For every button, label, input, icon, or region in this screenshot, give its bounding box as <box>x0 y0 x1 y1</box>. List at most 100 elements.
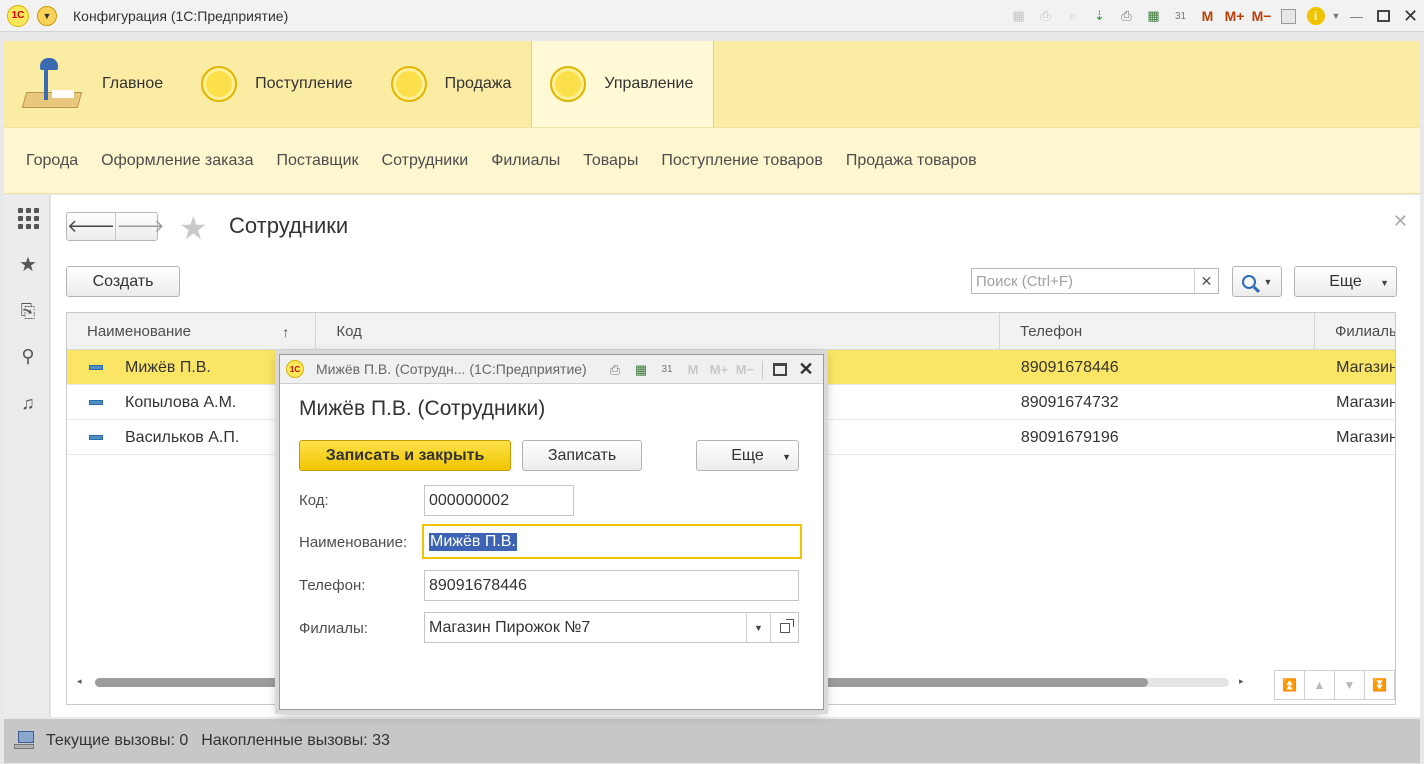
calendar-icon[interactable]: 31 <box>1167 0 1194 32</box>
close-icon[interactable]: ✕ <box>1397 0 1424 32</box>
scroll-left-icon[interactable]: ◂ <box>77 676 82 687</box>
open-item-icon[interactable] <box>770 613 798 642</box>
section-circle-icon <box>201 66 238 102</box>
nav-link-goods[interactable]: Товары <box>583 152 638 170</box>
cell-phone: 89091674732 <box>1020 393 1119 411</box>
divider <box>762 360 763 379</box>
nav-link-supplier[interactable]: Поставщик <box>276 152 358 170</box>
maximize-icon[interactable] <box>767 355 793 384</box>
info-dropdown-icon[interactable]: ▼ <box>1329 0 1343 32</box>
section-sales[interactable]: Продажа <box>373 41 532 127</box>
column-header-name[interactable]: Наименование ↑ <box>67 313 317 350</box>
1c-logo-icon[interactable]: 1С <box>7 4 29 27</box>
nav-link-order[interactable]: Оформление заказа <box>101 152 253 170</box>
computer-icon[interactable] <box>14 731 36 751</box>
download-icon[interactable]: ⇣ <box>1086 0 1113 32</box>
app-title: Конфигурация (1С:Предприятие) <box>73 7 289 24</box>
add-to-favorites-star-icon[interactable]: ★ <box>179 209 208 247</box>
scroll-down-icon[interactable]: ▼ <box>1334 671 1364 699</box>
modal-toolbar: ⎙ ▦ 31 M M+ M− ✕ <box>602 355 819 384</box>
column-header-branch[interactable]: Филиалы <box>1315 313 1395 350</box>
memory-m-icon[interactable]: M <box>1194 0 1221 32</box>
nav-link-goods-sales[interactable]: Продажа товаров <box>846 152 977 170</box>
column-header-phone[interactable]: Телефон <box>1000 313 1315 350</box>
save-and-close-button[interactable]: Записать и закрыть <box>299 440 511 471</box>
calendar-icon[interactable]: 31 <box>654 355 680 384</box>
search-icon[interactable]: ⚲ <box>16 344 40 368</box>
notifications-bell-icon[interactable]: ♫ <box>16 391 40 415</box>
forward-arrow-icon[interactable]: 🡒 <box>115 213 165 240</box>
search-placeholder: Поиск (Ctrl+F) <box>976 272 1073 290</box>
page-title: Сотрудники <box>229 213 349 238</box>
section-management[interactable]: Управление <box>531 41 715 127</box>
memory-minus-icon[interactable]: M− <box>1248 0 1275 32</box>
all-functions-icon[interactable] <box>18 208 39 229</box>
close-icon[interactable]: ✕ <box>793 355 819 384</box>
maximize-icon[interactable] <box>1370 0 1397 32</box>
cell-branch: Магазин <box>1336 393 1395 411</box>
section-receipt[interactable]: Поступление <box>183 41 372 127</box>
print-preview-icon[interactable]: ⎙ <box>1113 0 1140 32</box>
status-bar: Текущие вызовы: 0 Накопленные вызовы: 33 <box>4 719 1420 763</box>
catalog-item-icon <box>89 400 103 405</box>
cell-phone: 89091678446 <box>1020 358 1119 376</box>
nav-link-goods-receipt[interactable]: Поступление товаров <box>661 152 822 170</box>
history-icon[interactable]: ⎘ <box>16 299 40 323</box>
nav-link-employees[interactable]: Сотрудники <box>382 152 469 170</box>
search-options-button[interactable]: ▼ <box>1232 266 1282 297</box>
create-button[interactable]: Создать <box>66 266 180 297</box>
chevron-down-icon: ▼ <box>1380 278 1389 288</box>
memory-plus-icon[interactable]: M+ <box>1221 0 1248 32</box>
memory-plus-icon[interactable]: M+ <box>706 355 732 384</box>
info-icon[interactable]: i <box>1302 0 1329 32</box>
catalog-item-icon <box>89 435 103 440</box>
form-heading: Мижёв П.В. (Сотрудники) <box>299 397 546 420</box>
search-input[interactable]: Поиск (Ctrl+F) ✕ <box>971 268 1219 294</box>
scroll-last-icon[interactable]: ⏬ <box>1364 671 1394 699</box>
scroll-up-icon[interactable]: ▲ <box>1304 671 1334 699</box>
calculator-icon[interactable]: ▦ <box>628 355 654 384</box>
column-label: Филиалы <box>1335 323 1396 340</box>
phone-field[interactable]: 89091678446 <box>424 570 799 601</box>
section-label: Управление <box>604 75 694 92</box>
more-button[interactable]: Еще ▼ <box>1294 266 1397 297</box>
clear-search-icon[interactable]: ✕ <box>1194 269 1218 293</box>
preview-icon[interactable]: ⌕ <box>1059 0 1086 32</box>
chevron-down-icon[interactable]: ▼ <box>746 613 770 642</box>
main-menu-dropdown-icon[interactable]: ▼ <box>37 5 57 26</box>
more-button[interactable]: Еще ▼ <box>696 440 799 471</box>
save-icon[interactable]: ▦ <box>1005 0 1032 32</box>
memory-minus-icon[interactable]: M− <box>732 355 758 384</box>
back-arrow-icon[interactable]: 🡐 <box>67 213 115 240</box>
nav-link-branches[interactable]: Филиалы <box>491 152 560 170</box>
close-form-icon[interactable]: ✕ <box>1393 211 1408 232</box>
scroll-first-icon[interactable]: ⏫ <box>1275 671 1304 699</box>
branch-select[interactable]: Магазин Пирожок №7 ▼ <box>424 612 799 643</box>
print-preview-icon[interactable]: ⎙ <box>602 355 628 384</box>
magnifier-icon <box>1241 274 1256 289</box>
modal-title-bar[interactable]: 1С Мижёв П.В. (Сотрудн... (1С:Предприяти… <box>280 355 823 384</box>
cell-phone: 89091679196 <box>1020 428 1119 446</box>
print-icon[interactable]: ⎙ <box>1032 0 1059 32</box>
sections-panel: Главное Поступление Продажа Управление <box>4 41 1420 127</box>
branch-label: Филиалы: <box>299 620 368 637</box>
favorites-star-icon[interactable]: ★ <box>16 253 40 277</box>
name-field[interactable]: Мижёв П.В. <box>422 524 802 559</box>
nav-link-cities[interactable]: Города <box>26 152 78 170</box>
memory-m-icon[interactable]: M <box>680 355 706 384</box>
minimize-icon[interactable]: — <box>1343 0 1370 32</box>
modal-window-title: Мижёв П.В. (Сотрудн... (1С:Предприятие) <box>316 361 587 377</box>
section-main[interactable]: Главное <box>4 41 183 127</box>
code-label: Код: <box>299 492 329 509</box>
code-field[interactable]: 000000002 <box>424 485 574 516</box>
save-button[interactable]: Записать <box>522 440 642 471</box>
panel-layout-icon[interactable] <box>1275 0 1302 32</box>
name-label: Наименование: <box>299 534 408 551</box>
calculator-icon[interactable]: ▦ <box>1140 0 1167 32</box>
column-label: Код <box>336 323 362 340</box>
column-header-code[interactable]: Код <box>316 313 1000 350</box>
table-header: Наименование ↑ Код Телефон Филиалы <box>67 313 1395 350</box>
section-label: Продажа <box>444 75 512 92</box>
scroll-right-icon[interactable]: ▸ <box>1239 676 1244 687</box>
list-navigation-buttons: ⏫ ▲ ▼ ⏬ <box>1274 670 1395 700</box>
